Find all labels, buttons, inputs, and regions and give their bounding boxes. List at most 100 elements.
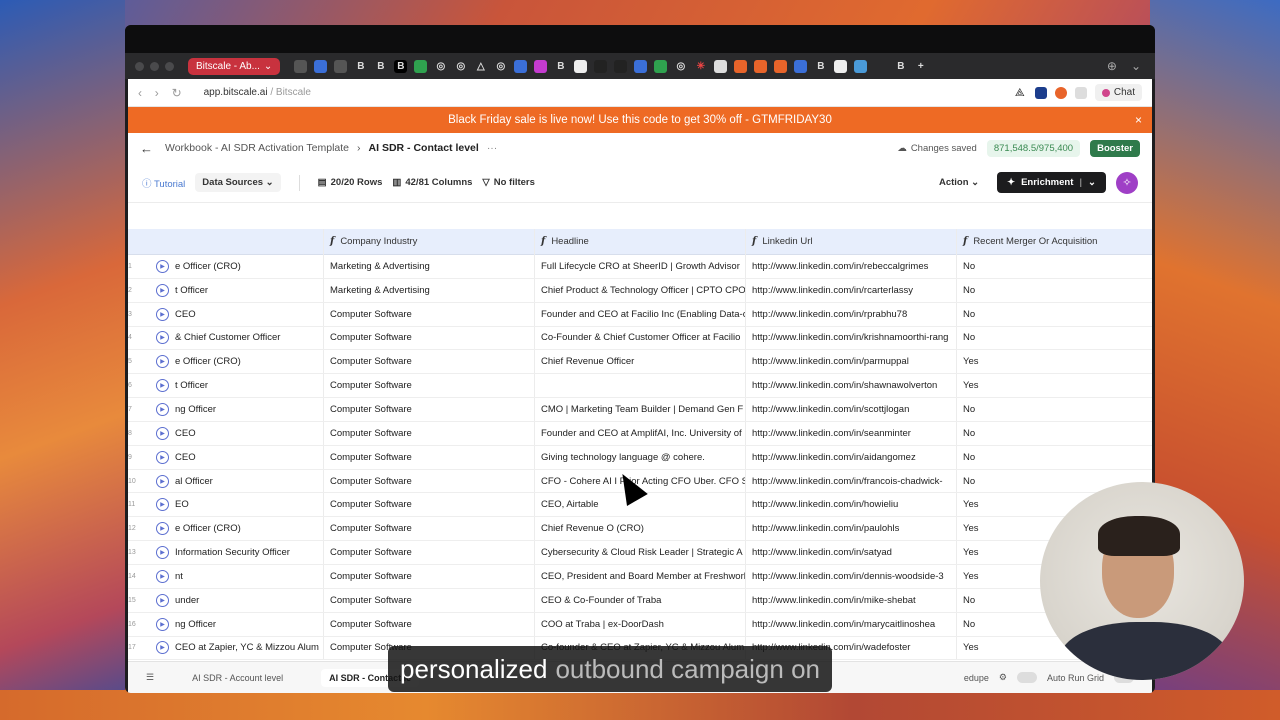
- bitscale-tab-icon[interactable]: B: [354, 60, 367, 73]
- tab-icon[interactable]: ◎: [674, 60, 687, 73]
- cell-headline[interactable]: Founder and CEO at AmplifAI, Inc. Univer…: [534, 421, 745, 445]
- action-dropdown[interactable]: Action ⌄: [931, 173, 987, 192]
- cell-industry[interactable]: Computer Software: [323, 612, 534, 636]
- tab-icon[interactable]: [534, 59, 548, 73]
- run-row-button[interactable]: ▶: [150, 446, 175, 469]
- credits-badge[interactable]: 871,548.5/975,400: [986, 139, 1081, 157]
- cell-headline[interactable]: [534, 374, 745, 398]
- cell-title[interactable]: t Officer: [175, 374, 323, 397]
- extension-icon[interactable]: [1054, 86, 1067, 99]
- run-row-button[interactable]: ▶: [150, 255, 175, 278]
- cell-industry[interactable]: Computer Software: [323, 326, 534, 350]
- enrichment-button[interactable]: ✦ Enrichment | ⌄: [997, 172, 1106, 193]
- ai-assistant-button[interactable]: ✧: [1116, 171, 1138, 194]
- reload-icon[interactable]: ↻: [172, 86, 182, 100]
- column-header[interactable]: f Company Industry: [323, 229, 534, 255]
- run-row-button[interactable]: ▶: [150, 613, 175, 636]
- extension-icon[interactable]: [1034, 86, 1047, 99]
- cell-title[interactable]: & Chief Customer Officer: [175, 327, 323, 350]
- run-row-button[interactable]: ▶: [150, 374, 175, 397]
- column-header-title[interactable]: [175, 229, 323, 255]
- cell-merger[interactable]: No: [956, 398, 1152, 421]
- tab-icon[interactable]: [854, 59, 868, 73]
- cell-title[interactable]: Information Security Officer: [175, 541, 323, 564]
- cell-industry[interactable]: Computer Software: [323, 493, 534, 517]
- cell-headline[interactable]: CEO & Co-Founder of Traba: [534, 588, 745, 612]
- cell-title[interactable]: CEO: [175, 422, 323, 445]
- column-header[interactable]: f Linkedin Url: [745, 229, 956, 255]
- table-row[interactable]: 2 ▶ t Officer Marketing & Advertising Chief …: [128, 278, 1152, 303]
- cell-industry[interactable]: Computer Software: [323, 302, 534, 326]
- run-row-button[interactable]: ▶: [150, 303, 175, 326]
- run-row-button[interactable]: ▶: [150, 493, 175, 516]
- sheet-tab-account[interactable]: AI SDR - Account level: [184, 669, 291, 687]
- run-row-button[interactable]: ▶: [150, 589, 175, 612]
- cell-linkedin-url[interactable]: http://www.linkedin.com/in/parmuppal: [745, 350, 956, 374]
- cell-title[interactable]: e Officer (CRO): [175, 517, 323, 540]
- cell-linkedin-url[interactable]: http://www.linkedin.com/in/seanminter: [745, 421, 956, 445]
- gear-icon[interactable]: ⚙: [999, 672, 1007, 683]
- table-row[interactable]: 13 ▶ Information Security Officer Computer …: [128, 541, 1152, 565]
- cell-industry[interactable]: Computer Software: [323, 564, 534, 588]
- tab-icon[interactable]: [834, 59, 848, 73]
- back-arrow-icon[interactable]: ←: [140, 141, 153, 156]
- chevron-down-icon[interactable]: ⌄: [1131, 59, 1141, 73]
- tab-icon[interactable]: [594, 59, 608, 73]
- cell-title[interactable]: EO: [175, 493, 323, 516]
- more-options-icon[interactable]: ···: [487, 142, 498, 154]
- cell-title[interactable]: nt: [175, 565, 323, 588]
- cell-industry[interactable]: Computer Software: [323, 588, 534, 612]
- url-field[interactable]: app.bitscale.ai / Bitscale: [204, 87, 311, 98]
- cell-headline[interactable]: Giving technology language @ cohere.: [534, 445, 745, 469]
- run-row-button[interactable]: ▶: [150, 422, 175, 445]
- cell-linkedin-url[interactable]: http://www.linkedin.com/in/krishnamoorth…: [745, 326, 956, 350]
- tab-icon[interactable]: [734, 59, 748, 73]
- cell-industry[interactable]: Computer Software: [323, 469, 534, 493]
- cell-merger[interactable]: No: [956, 421, 1152, 445]
- cell-linkedin-url[interactable]: http://www.linkedin.com/in/scottjlogan: [745, 398, 956, 421]
- extension-icon[interactable]: [1074, 86, 1087, 99]
- cell-merger[interactable]: No: [956, 255, 1152, 278]
- table-row[interactable]: 6 ▶ t Officer Computer Software http://www.l…: [128, 374, 1152, 399]
- chat-button[interactable]: Chat: [1094, 84, 1142, 101]
- cell-linkedin-url[interactable]: http://www.linkedin.com/in/rcarterlassy: [745, 278, 956, 302]
- table-row[interactable]: 5 ▶ e Officer (CRO) Computer Software Chief …: [128, 350, 1152, 375]
- bitscale-tab-icon[interactable]: B: [394, 59, 408, 73]
- table-row[interactable]: 7 ▶ ng Officer Computer Software CMO | Marke…: [128, 398, 1152, 422]
- breadcrumb-workbook[interactable]: Workbook - AI SDR Activation Template: [165, 142, 349, 154]
- tab-icon[interactable]: [294, 59, 308, 73]
- cell-headline[interactable]: CEO, President and Board Member at Fresh…: [534, 564, 745, 588]
- cell-headline[interactable]: Chief Product & Technology Officer | CPT…: [534, 278, 745, 302]
- table-row[interactable]: 9 ▶ CEO Computer Software Giving technology …: [128, 445, 1152, 470]
- tab-icon[interactable]: [654, 59, 668, 73]
- browser-tab-active[interactable]: Bitscale - Ab... ⌄: [188, 57, 281, 75]
- rows-button[interactable]: ▤ 20/20 Rows: [318, 177, 383, 188]
- data-sources-dropdown[interactable]: Data Sources ⌄: [195, 173, 281, 192]
- cell-merger[interactable]: No: [956, 326, 1152, 350]
- tab-icon[interactable]: [794, 59, 808, 73]
- run-row-button[interactable]: ▶: [150, 517, 175, 540]
- table-row[interactable]: 14 ▶ nt Computer Software CEO, President and…: [128, 564, 1152, 589]
- cell-title[interactable]: e Officer (CRO): [175, 350, 323, 373]
- close-icon[interactable]: ×: [1135, 113, 1142, 127]
- cell-title[interactable]: CEO: [175, 446, 323, 469]
- columns-button[interactable]: ▥ 42/81 Columns: [392, 177, 472, 188]
- cell-title[interactable]: CEO at Zapier, YC & Mizzou Alum: [175, 637, 323, 660]
- tab-icon[interactable]: [774, 59, 788, 73]
- run-row-button[interactable]: ▶: [150, 398, 175, 421]
- cell-headline[interactable]: Chief Revenue Officer: [534, 350, 745, 374]
- cell-merger[interactable]: No: [956, 278, 1152, 302]
- cell-headline[interactable]: CMO | Marketing Team Builder | Demand Ge…: [534, 398, 745, 421]
- column-header[interactable]: f Recent Merger Or Acquisition: [956, 229, 1152, 255]
- cell-headline[interactable]: Co-Founder & Chief Customer Officer at F…: [534, 326, 745, 350]
- table-row[interactable]: 3 ▶ CEO Computer Software Founder and CEO at…: [128, 302, 1152, 327]
- extension-icon[interactable]: ⟁: [1015, 87, 1027, 99]
- tab-icon[interactable]: ◎: [494, 60, 507, 73]
- bitscale-tab-icon[interactable]: B: [374, 60, 387, 73]
- tab-icon[interactable]: [634, 59, 648, 73]
- tutorial-link[interactable]: ⓘ Tutorial: [142, 176, 185, 190]
- tab-icon[interactable]: ◎: [434, 60, 447, 73]
- tab-icon[interactable]: [334, 59, 348, 73]
- window-controls[interactable]: [135, 61, 174, 71]
- cell-linkedin-url[interactable]: http://www.linkedin.com/in/howieliu: [745, 493, 956, 517]
